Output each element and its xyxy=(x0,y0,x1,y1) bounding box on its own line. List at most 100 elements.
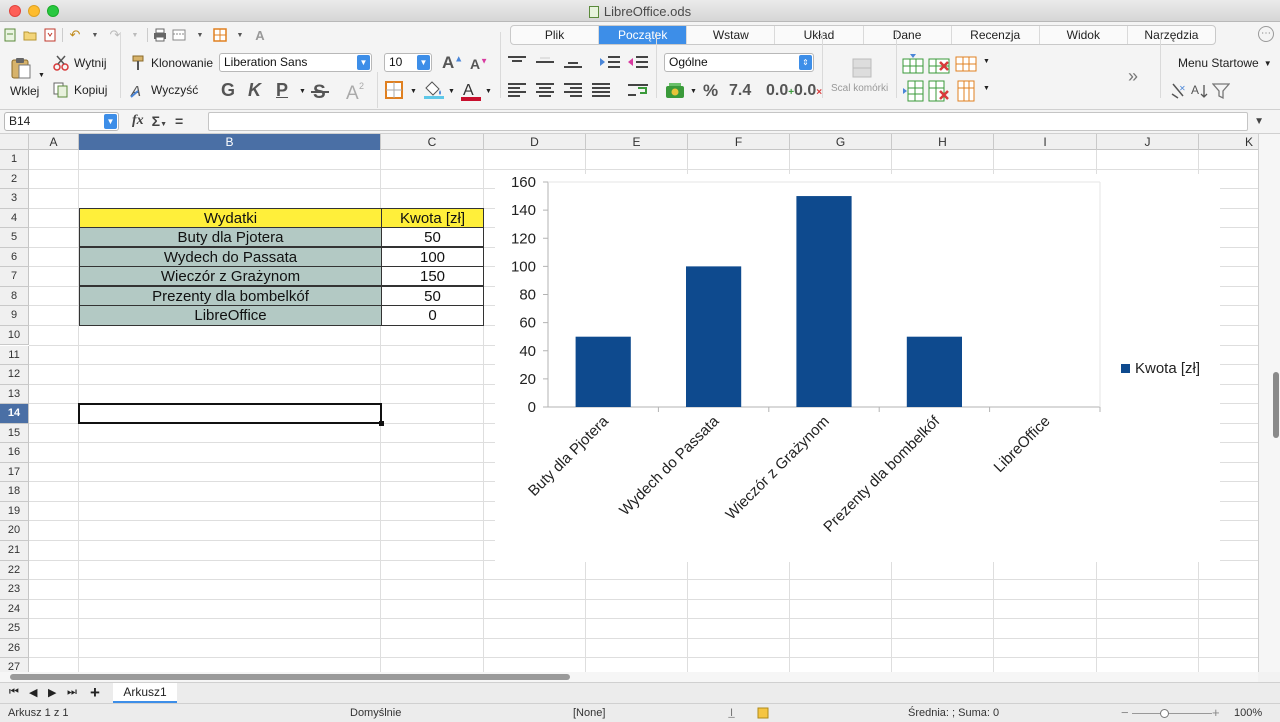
autofilter-icon[interactable] xyxy=(1212,82,1230,100)
underline-dropdown-icon[interactable]: ▼ xyxy=(299,88,306,95)
document-modified-icon[interactable] xyxy=(757,707,769,722)
paste-button[interactable]: Wklej xyxy=(10,56,39,98)
active-cell-cursor[interactable] xyxy=(78,403,382,424)
table-cell[interactable]: 0 xyxy=(381,305,484,326)
tab-2[interactable]: Wstaw xyxy=(687,26,776,44)
merge-cells-label[interactable]: Scal komórki xyxy=(831,83,888,94)
copy-button[interactable]: Kopiuj xyxy=(53,82,107,98)
chevron-down-icon[interactable]: ▼ xyxy=(357,55,370,70)
row-header[interactable]: 18 xyxy=(0,482,29,502)
number-format-combobox[interactable]: Ogólne ⇕ xyxy=(664,53,814,72)
sheet-tab[interactable]: Arkusz1 xyxy=(113,683,177,703)
delete-rows-icon[interactable] xyxy=(928,53,950,75)
table-cell[interactable]: 150 xyxy=(381,266,484,286)
table-cell[interactable]: Prezenty dla bombelkóf xyxy=(79,286,382,306)
menu-start-button[interactable]: Menu Startowe ▼ xyxy=(1178,56,1272,70)
column-header[interactable]: C xyxy=(381,134,484,150)
tab-4[interactable]: Dane xyxy=(864,26,952,44)
underline-button[interactable]: P xyxy=(276,80,288,101)
chevron-down-icon[interactable]: ▼ xyxy=(417,55,430,70)
formula-input[interactable] xyxy=(208,112,1248,131)
row-header[interactable]: 1 xyxy=(0,150,29,170)
row-header[interactable]: 9 xyxy=(0,306,29,326)
bar-chart[interactable]: 0 20 40 60 80 100 120 140 160 Buty dla Pjotera Wyd… xyxy=(495,174,1220,562)
column-header[interactable]: G xyxy=(790,134,892,150)
align-left-icon[interactable] xyxy=(507,82,527,98)
tab-5[interactable]: Recenzja xyxy=(952,26,1040,44)
tab-3[interactable]: Układ xyxy=(775,26,864,44)
row-header[interactable]: 14 xyxy=(0,404,29,424)
merge-cells-icon[interactable] xyxy=(852,58,872,78)
row-header[interactable]: 25 xyxy=(0,619,29,639)
spreadsheet-grid[interactable]: ABCDEFGHIJK 1 2 3 4 5 6 7 8 9 10 11 12 13 14 15 16 17 18 1… xyxy=(0,134,1258,672)
selection-mode-icon[interactable]: I̲ xyxy=(730,707,733,719)
select-all-corner[interactable] xyxy=(0,134,29,150)
row-header[interactable]: 11 xyxy=(0,345,29,365)
borders-dropdown-icon[interactable]: ▼ xyxy=(232,27,248,43)
superscript-icon[interactable]: A2 xyxy=(345,80,367,102)
row-header[interactable]: 10 xyxy=(0,325,29,346)
row-header[interactable]: 2 xyxy=(0,169,29,190)
sort-icon[interactable]: A xyxy=(1191,82,1209,100)
columns-dropdown-icon[interactable]: ▼ xyxy=(983,85,990,92)
rows-menu-icon[interactable] xyxy=(955,53,977,75)
rows-dropdown-icon[interactable]: ▼ xyxy=(983,58,990,65)
clear-button[interactable]: A Wyczyść xyxy=(130,82,198,98)
preview-dropdown-icon[interactable]: ▼ xyxy=(192,27,208,43)
column-header[interactable]: A xyxy=(29,134,79,150)
name-box[interactable]: B14 ▼ xyxy=(4,112,119,131)
chevron-down-icon[interactable]: ▼ xyxy=(104,114,117,129)
background-color-icon[interactable] xyxy=(422,80,446,100)
row-header[interactable]: 3 xyxy=(0,189,29,209)
zoom-out-icon[interactable]: − xyxy=(1121,705,1129,720)
row-header[interactable]: 13 xyxy=(0,384,29,405)
column-header[interactable]: F xyxy=(688,134,790,150)
chevron-updown-icon[interactable]: ⇕ xyxy=(799,55,812,70)
background-color-dropdown-icon[interactable]: ▼ xyxy=(448,88,455,95)
table-cell[interactable]: Wieczór z Grażynom xyxy=(79,266,382,286)
zoom-slider-knob[interactable] xyxy=(1160,709,1169,718)
shrink-font-icon[interactable]: A▼ xyxy=(470,56,488,72)
align-right-icon[interactable] xyxy=(563,82,583,98)
row-header[interactable]: 24 xyxy=(0,599,29,620)
clear-formatting-icon[interactable]: A xyxy=(252,27,268,43)
print-icon[interactable] xyxy=(152,27,168,43)
table-header-cell[interactable]: Kwota [zł] xyxy=(381,208,484,228)
insert-rows-icon[interactable] xyxy=(902,53,924,75)
row-header[interactable]: 5 xyxy=(0,228,29,248)
tab-0[interactable]: Plik xyxy=(511,26,600,44)
open-folder-icon[interactable] xyxy=(22,27,38,43)
last-sheet-icon[interactable]: ⏭ xyxy=(67,686,77,699)
paste-dropdown-icon[interactable]: ▼ xyxy=(38,72,45,79)
italic-button[interactable]: K xyxy=(248,80,261,101)
row-header[interactable]: 4 xyxy=(0,208,29,229)
font-size-combobox[interactable]: 10 ▼ xyxy=(384,53,432,72)
row-header[interactable]: 12 xyxy=(0,365,29,385)
row-header[interactable]: 19 xyxy=(0,501,29,522)
function-wizard-icon[interactable]: fx xyxy=(132,113,144,129)
percent-format-button[interactable]: % xyxy=(703,81,718,101)
column-header[interactable]: E xyxy=(586,134,688,150)
delete-decimal-button[interactable]: 0.0× xyxy=(794,82,822,100)
table-cell[interactable]: 50 xyxy=(381,227,484,247)
wrap-text-icon[interactable] xyxy=(627,82,649,98)
row-header[interactable]: 22 xyxy=(0,560,29,581)
cut-button[interactable]: Wytnij xyxy=(53,55,107,71)
zoom-in-icon[interactable]: + xyxy=(1212,705,1220,720)
borders-dropdown-icon[interactable]: ▼ xyxy=(410,88,417,95)
new-document-icon[interactable] xyxy=(2,27,18,43)
first-sheet-icon[interactable]: ⏮ xyxy=(9,686,19,699)
zoom-slider[interactable] xyxy=(1132,713,1212,714)
add-sheet-icon[interactable]: + xyxy=(90,683,100,703)
redo-dropdown-icon[interactable]: ▼ xyxy=(127,27,143,43)
horizontal-scroll-thumb[interactable] xyxy=(10,674,570,680)
align-middle-icon[interactable] xyxy=(535,55,555,69)
row-header[interactable]: 20 xyxy=(0,521,29,541)
tab-1[interactable]: Początek xyxy=(599,26,688,44)
add-decimal-button[interactable]: 0.0+ xyxy=(766,82,794,100)
language-status[interactable]: [None] xyxy=(573,707,605,719)
page-preview-icon[interactable] xyxy=(172,27,188,43)
table-cell[interactable]: 50 xyxy=(381,286,484,306)
align-top-icon[interactable] xyxy=(507,55,527,69)
row-header[interactable]: 8 xyxy=(0,286,29,307)
